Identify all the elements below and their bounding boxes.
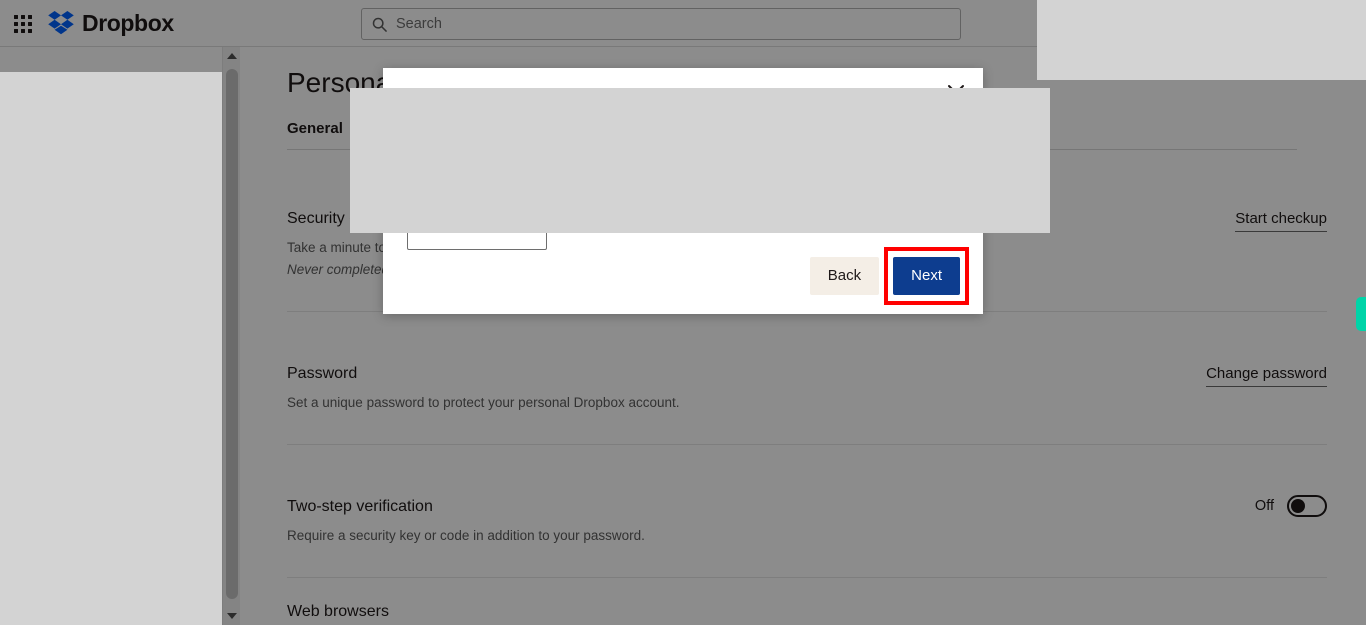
screen-root: Dropbox Search Personal General Security…	[0, 0, 1366, 625]
feedback-tab[interactable]	[1356, 297, 1366, 331]
next-button[interactable]: Next	[893, 257, 960, 295]
occlusion-block-top-right	[1037, 0, 1366, 80]
occlusion-block-modal-content	[350, 88, 1050, 233]
modal-footer: Back Next	[383, 238, 983, 314]
back-button[interactable]: Back	[809, 257, 880, 295]
next-button-wrapper: Next	[884, 247, 969, 305]
occlusion-block-left	[0, 72, 222, 625]
